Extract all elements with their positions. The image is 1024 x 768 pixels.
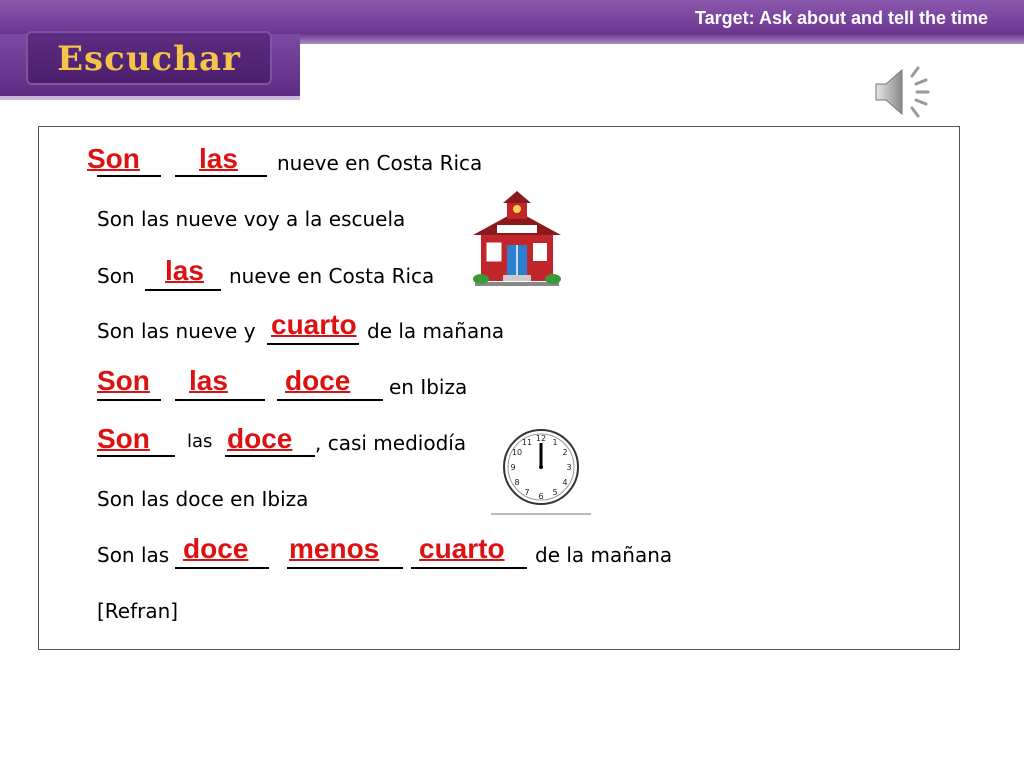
answer-word: doce <box>183 533 249 564</box>
answer-word: Son <box>87 143 140 174</box>
blank-line <box>145 289 221 291</box>
worksheet-line-2: Son las nueve voy a la escuela <box>97 207 406 231</box>
speaker-icon[interactable] <box>872 62 942 122</box>
svg-text:6: 6 <box>538 492 543 501</box>
header-band-edge <box>300 34 1024 44</box>
answer-word: las <box>189 365 228 396</box>
blank-line <box>287 567 403 569</box>
worksheet-line-6-suffix: , casi mediodía <box>315 431 467 455</box>
answer-word: cuarto <box>419 533 505 564</box>
answer-word: las <box>199 143 238 174</box>
answer-word: doce <box>227 423 293 454</box>
blank-line <box>411 567 527 569</box>
answer-word: las <box>165 255 204 286</box>
worksheet-frame: Son las nueve en Costa Rica Son las nuev… <box>38 126 960 650</box>
answer-word: cuarto <box>271 309 357 340</box>
header-band: Target: Ask about and tell the time Escu… <box>0 0 1024 100</box>
answer-word: Son <box>97 365 150 396</box>
svg-text:12: 12 <box>536 434 546 443</box>
worksheet-line-4-prefix: Son las nueve y <box>97 319 256 343</box>
answer-word: doce <box>285 365 351 396</box>
blank-line <box>97 455 175 457</box>
blank-line <box>277 399 383 401</box>
svg-text:8: 8 <box>514 478 519 487</box>
blank-line <box>97 399 161 401</box>
worksheet-line-7: Son las doce en Ibiza <box>97 487 309 511</box>
svg-text:3: 3 <box>566 463 571 472</box>
worksheet-line-9: [Refran] <box>97 599 179 623</box>
answer-word: menos <box>289 533 380 564</box>
worksheet-line-3-suffix: nueve en Costa Rica <box>229 264 435 288</box>
header-band-line <box>0 96 300 100</box>
svg-text:1: 1 <box>552 438 557 447</box>
svg-text:5: 5 <box>552 488 557 497</box>
worksheet-line-6-mid: las <box>187 431 213 452</box>
schoolhouse-icon <box>473 191 561 286</box>
blank-line <box>175 567 269 569</box>
clock-icon: 12 12 345 678 91011 <box>503 429 579 505</box>
svg-text:11: 11 <box>522 438 532 447</box>
svg-text:10: 10 <box>512 448 522 457</box>
answer-word: Son <box>97 423 150 454</box>
worksheet-line-4-suffix: de la mañana <box>367 319 505 343</box>
worksheet-line-5-suffix: en Ibiza <box>389 375 468 399</box>
worksheet-line-1: nueve en Costa Rica <box>277 151 483 175</box>
blank-line <box>175 399 265 401</box>
worksheet-line-3-prefix: Son <box>97 264 135 288</box>
page-title: Escuchar <box>57 39 241 79</box>
svg-text:7: 7 <box>524 488 529 497</box>
svg-text:9: 9 <box>510 463 515 472</box>
blank-line <box>225 455 315 457</box>
worksheet-line-8-suffix: de la mañana <box>535 543 673 567</box>
svg-text:4: 4 <box>562 478 567 487</box>
blank-line <box>267 343 359 345</box>
title-box: Escuchar <box>26 31 272 85</box>
blank-line <box>175 175 267 177</box>
clock-shadow-line <box>491 513 591 515</box>
blank-line <box>97 175 161 177</box>
target-text: Target: Ask about and tell the time <box>694 8 988 28</box>
worksheet-line-8-prefix: Son las <box>97 543 170 567</box>
svg-text:2: 2 <box>562 448 567 457</box>
